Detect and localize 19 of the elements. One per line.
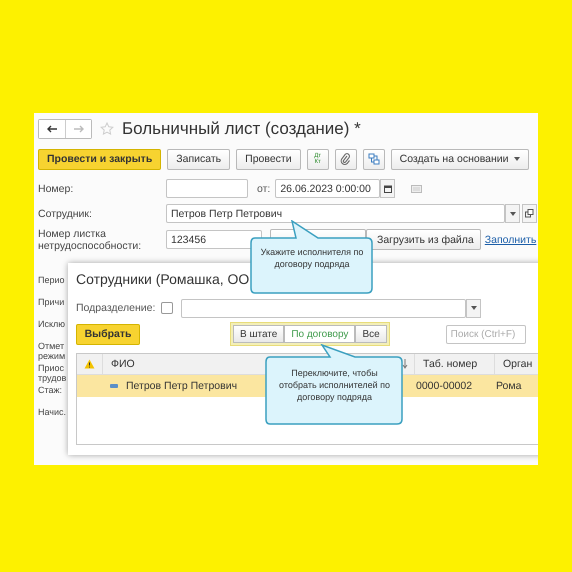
field-label: Подразделение: (76, 302, 156, 314)
field-label: Перио (38, 275, 66, 287)
field-label: Начис. (38, 407, 67, 419)
field-label: Сотрудник: (38, 208, 93, 220)
field-label: Причи (38, 297, 66, 309)
tooltip-text: Укажите исполнителя по договору подряда (260, 246, 364, 270)
column-header: Орган (494, 354, 538, 374)
table-cell-text: 0000-00002 (415, 380, 474, 392)
field-label: от: (257, 182, 270, 194)
field-label: Исклю (38, 319, 66, 331)
field-label: Номер: (38, 182, 74, 194)
column-header: Таб. номер (414, 354, 494, 374)
window-title: Больничный лист (создание) * (122, 119, 361, 139)
field-label: Приос трудов (38, 363, 67, 385)
table-cell-text: Рома (495, 380, 522, 392)
field-label: Отмет режим (38, 341, 66, 363)
field-label: Стаж: (38, 385, 64, 397)
dialog-title: Сотрудники (Ромашка, ОО (76, 271, 250, 289)
field-label: Номер листка нетрудоспособности: (38, 228, 142, 252)
